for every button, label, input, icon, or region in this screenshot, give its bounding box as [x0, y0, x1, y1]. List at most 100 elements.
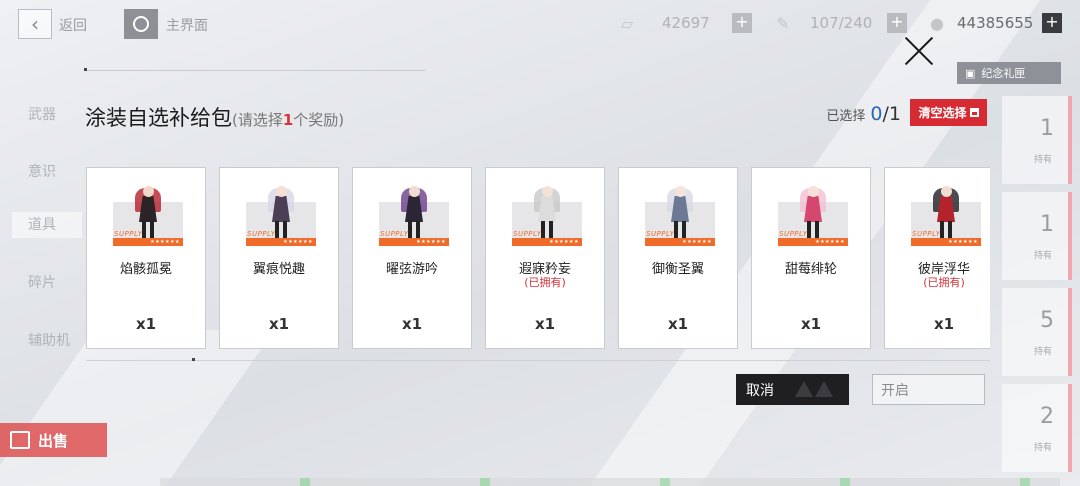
inventory-bottom-strip [160, 478, 1060, 486]
selection-hint: (请选择1个奖励) [232, 111, 344, 129]
outfit-name: 甜莓绯轮 [784, 262, 837, 277]
inventory-card[interactable]: 1 持有 [1002, 192, 1072, 280]
home-icon [133, 16, 149, 32]
supply-badge: SUPPLY [912, 230, 941, 238]
back-button[interactable]: ‹ [18, 9, 52, 39]
owned-label: 持有 [1033, 251, 1052, 261]
clear-label: 清空选择 [918, 106, 967, 120]
resource-value: 107/240 [810, 14, 873, 32]
sidebar-item-stigmata[interactable]: 意识 [28, 161, 56, 181]
add-resource-button[interactable]: + [732, 13, 752, 33]
reward-card[interactable]: SUPPLY ★★★★★★ 彼岸浮华 (已拥有) x1 [884, 167, 990, 349]
outfit-thumbnail: SUPPLY ★★★★★★ [512, 182, 582, 246]
supply-badge: SUPPLY [779, 230, 808, 238]
hint-number: 1 [282, 111, 294, 129]
open-button[interactable]: 开启 [872, 374, 985, 405]
sell-icon [10, 431, 30, 449]
home-label[interactable]: 主界面 [166, 15, 208, 35]
figure-legs [940, 221, 952, 238]
divider-dot [84, 68, 87, 71]
reward-quantity: x1 [401, 315, 423, 333]
supply-badge: SUPPLY [247, 230, 276, 238]
sidebar-item-elf[interactable]: 辅助机 [28, 330, 70, 350]
selected-label: 已选择 [826, 109, 866, 124]
rarity-stars: ★★★★★★ [416, 239, 446, 245]
resource-value: 42697 [662, 14, 710, 32]
rarity-stars: ★★★★★★ [682, 239, 712, 245]
triangle-deco-icon [789, 374, 849, 405]
figure-head [808, 186, 819, 197]
supply-badge: SUPPLY [114, 230, 143, 238]
reward-quantity: x1 [667, 315, 689, 333]
figure-head [675, 186, 686, 197]
reward-card-list: SUPPLY ★★★★★★ 焰骸孤冕 x1 SUPPLY ★★★★★★ 翼痕悦趣 x1 SUPP… [86, 167, 990, 349]
figure-head [276, 186, 287, 197]
outfit-name: 翼痕悦趣 [252, 262, 305, 277]
selected-count: 已选择 0/1 [826, 103, 901, 125]
cancel-button[interactable]: 取消 [736, 374, 849, 405]
dialog-title-text: 涂装自选补给包 [85, 106, 232, 130]
figure-legs [408, 221, 420, 238]
outfit-thumbnail: SUPPLY ★★★★★★ [911, 182, 981, 246]
sidebar-item-weapon[interactable]: 武器 [28, 104, 56, 124]
supply-badge: SUPPLY [646, 230, 675, 238]
supply-pack-dialog: 涂装自选补给包(请选择1个奖励) 已选择 0/1 清空选择 SUPPLY ★★★★… [84, 68, 990, 420]
outfit-name: 御衡圣翼 [651, 262, 704, 277]
outfit-thumbnail: SUPPLY ★★★★★★ [379, 182, 449, 246]
clear-selection-button[interactable]: 清空选择 [910, 99, 987, 126]
open-label: 开启 [881, 382, 909, 399]
outfit-name: 曜弦游吟 [385, 262, 438, 277]
figure-head [409, 186, 420, 197]
hint-prefix: (请选择 [232, 111, 283, 129]
owned-label: 持有 [1033, 155, 1052, 165]
item-count: 1 [1040, 116, 1054, 141]
sidebar-item-fragments[interactable]: 碎片 [28, 272, 56, 292]
back-label[interactable]: 返回 [59, 15, 87, 35]
chevron-left-icon: ‹ [31, 12, 39, 36]
close-icon[interactable] [902, 34, 936, 68]
inventory-card[interactable]: 1 持有 [1002, 96, 1072, 184]
outfit-thumbnail: SUPPLY ★★★★★★ [645, 182, 715, 246]
reward-quantity: x1 [800, 315, 822, 333]
outfit-thumbnail: SUPPLY ★★★★★★ [246, 182, 316, 246]
inventory-card[interactable]: 2 持有 [1002, 384, 1072, 472]
hint-suffix: 个奖励) [293, 111, 345, 129]
figure-head [941, 186, 952, 197]
rarity-stars: ★★★★★★ [283, 239, 313, 245]
item-count: 1 [1040, 212, 1054, 237]
outfit-name: 焰骸孤冕 [119, 262, 172, 277]
reward-card[interactable]: SUPPLY ★★★★★★ 御衡圣翼 x1 [618, 167, 738, 349]
sell-button[interactable]: 出售 [0, 423, 107, 457]
rarity-stars: ★★★★★★ [815, 239, 845, 245]
item-count: 2 [1040, 404, 1054, 429]
figure-legs [142, 221, 154, 238]
supply-badge: SUPPLY [513, 230, 542, 238]
inventory-card[interactable]: 5 持有 [1002, 288, 1072, 376]
owned-status: (已拥有) [524, 276, 566, 289]
owned-label: 持有 [1033, 347, 1052, 357]
figure-legs [541, 221, 553, 238]
figure-head [143, 186, 154, 197]
reward-quantity: x1 [933, 315, 955, 333]
owned-label: 持有 [1033, 443, 1052, 453]
sidebar-item-items[interactable]: 道具 [12, 212, 82, 238]
rarity-stars: ★★★★★★ [150, 239, 180, 245]
cancel-label: 取消 [746, 382, 774, 399]
trash-icon [969, 108, 979, 117]
reward-card[interactable]: SUPPLY ★★★★★★ 翼痕悦趣 x1 [219, 167, 339, 349]
add-resource-button[interactable]: + [1042, 13, 1062, 33]
reward-card[interactable]: SUPPLY ★★★★★★ 曜弦游吟 x1 [352, 167, 472, 349]
reward-card[interactable]: SUPPLY ★★★★★★ 甜莓绯轮 x1 [751, 167, 871, 349]
divider [86, 70, 426, 71]
add-resource-button[interactable]: + [887, 13, 907, 33]
figure-legs [674, 221, 686, 238]
figure-head [542, 186, 553, 197]
home-button[interactable] [124, 9, 158, 39]
reward-quantity: x1 [268, 315, 290, 333]
rarity-stars: ★★★★★★ [948, 239, 978, 245]
dialog-title: 涂装自选补给包(请选择1个奖励) [85, 102, 344, 132]
reward-card[interactable]: SUPPLY ★★★★★★ 遐寐矜妄 (已拥有) x1 [485, 167, 605, 349]
resource-value: 44385655 [957, 14, 1034, 32]
rarity-stars: ★★★★★★ [549, 239, 579, 245]
reward-card[interactable]: SUPPLY ★★★★★★ 焰骸孤冕 x1 [86, 167, 206, 349]
